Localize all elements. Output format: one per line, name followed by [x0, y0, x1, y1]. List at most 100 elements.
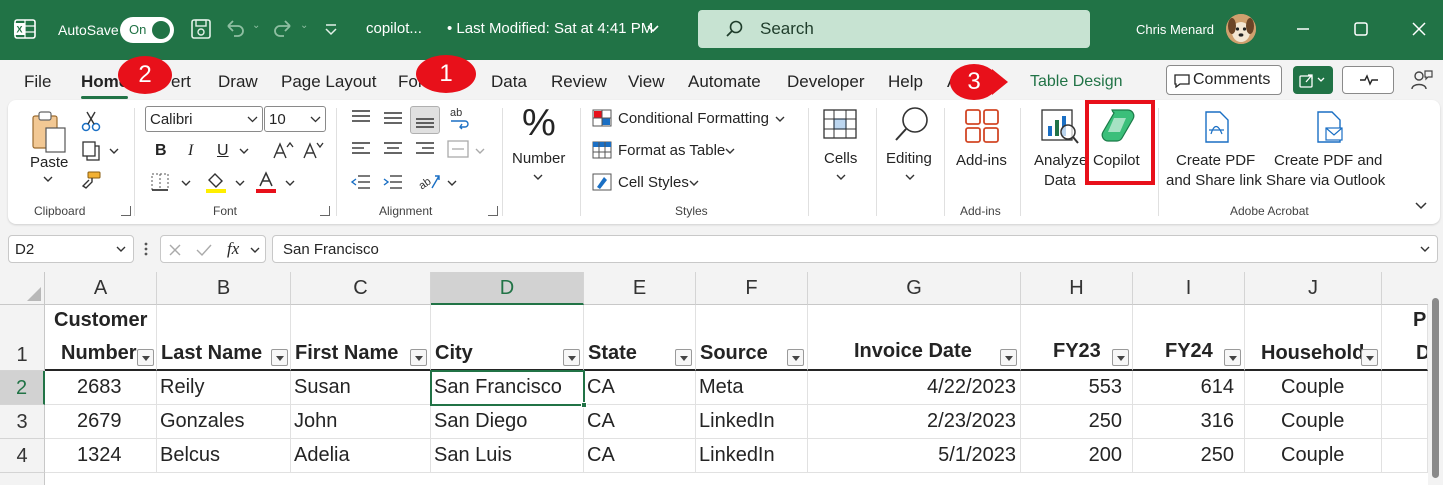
table-cell[interactable]: 250	[1133, 439, 1245, 473]
table-header-cell[interactable]: Source	[696, 305, 808, 371]
decrease-font-icon[interactable]	[302, 140, 324, 160]
align-bottom-button[interactable]	[410, 106, 440, 134]
create-pdf-link-icon[interactable]	[1200, 110, 1234, 144]
column-header-i[interactable]: I	[1133, 272, 1245, 305]
redo-icon[interactable]	[270, 16, 296, 42]
number-button-label[interactable]: Number	[512, 150, 565, 167]
fill-handle[interactable]	[581, 402, 587, 408]
orientation-chevron-icon[interactable]	[446, 178, 458, 188]
table-cell[interactable]: 2679	[45, 405, 157, 439]
align-middle-icon[interactable]	[382, 108, 404, 126]
cell-styles-chevron-icon[interactable]	[688, 178, 700, 188]
save-icon[interactable]	[188, 16, 214, 42]
filter-dropdown-icon[interactable]	[1224, 349, 1241, 366]
table-cell[interactable]: Susan	[291, 371, 431, 405]
font-color-chevron-icon[interactable]	[284, 178, 296, 188]
align-left-icon[interactable]	[350, 140, 372, 158]
table-cell[interactable]: CA	[584, 439, 696, 473]
paste-chevron-icon[interactable]	[42, 174, 54, 184]
catch-up-button[interactable]	[1342, 66, 1394, 94]
create-pdf-outlook-line1[interactable]: Create PDF and	[1274, 152, 1382, 169]
close-icon[interactable]	[1404, 14, 1434, 44]
column-header-e[interactable]: E	[584, 272, 696, 305]
table-cell[interactable]	[1382, 439, 1428, 473]
customize-toolbar-icon[interactable]	[318, 16, 344, 42]
copy-chevron-icon[interactable]	[108, 146, 120, 156]
cells-button-label[interactable]: Cells	[824, 150, 857, 167]
cut-icon[interactable]	[80, 110, 102, 132]
tab-developer[interactable]: Developer	[787, 72, 865, 92]
cells-chevron-icon[interactable]	[835, 172, 847, 182]
name-box[interactable]: D2	[8, 235, 134, 263]
paste-label[interactable]: Paste	[30, 154, 68, 171]
vertical-scrollbar[interactable]	[1428, 290, 1443, 485]
copy-icon[interactable]	[80, 140, 102, 162]
editing-search-icon[interactable]	[892, 104, 932, 144]
conditional-formatting-button[interactable]: Conditional Formatting	[618, 110, 769, 127]
clipboard-launcher-icon[interactable]	[121, 206, 131, 216]
fill-color-icon[interactable]	[204, 170, 228, 194]
tab-insert[interactable]: ert	[171, 72, 191, 92]
font-color-icon[interactable]	[254, 170, 278, 194]
font-family-select[interactable]: Calibri	[145, 106, 263, 132]
table-cell[interactable]: San Luis	[431, 439, 584, 473]
underline-chevron-icon[interactable]	[238, 146, 250, 156]
conditional-formatting-icon[interactable]	[592, 109, 612, 127]
table-cell[interactable]: Couple	[1245, 439, 1382, 473]
function-chevron-icon[interactable]	[249, 245, 261, 255]
decrease-indent-icon[interactable]	[350, 172, 372, 192]
table-cell[interactable]: Belcus	[157, 439, 291, 473]
table-cell[interactable]: Adelia	[291, 439, 431, 473]
tab-page-layout[interactable]: Page Layout	[281, 72, 376, 92]
increase-indent-icon[interactable]	[382, 172, 404, 192]
filter-dropdown-icon[interactable]	[563, 349, 580, 366]
table-cell[interactable]: 200	[1021, 439, 1133, 473]
table-cell[interactable]: LinkedIn	[696, 405, 808, 439]
filter-dropdown-icon[interactable]	[410, 349, 427, 366]
cell-styles-icon[interactable]	[592, 173, 612, 191]
column-header-g[interactable]: G	[808, 272, 1021, 305]
table-cell[interactable]	[1382, 405, 1428, 439]
format-as-table-icon[interactable]	[592, 141, 612, 159]
undo-icon[interactable]	[222, 16, 248, 42]
table-header-cell[interactable]: Invoice Date	[808, 305, 1021, 371]
filter-dropdown-icon[interactable]	[675, 349, 692, 366]
analyze-label-line2[interactable]: Data	[1044, 172, 1076, 189]
filter-dropdown-icon[interactable]	[271, 349, 288, 366]
table-cell[interactable]: 553	[1021, 371, 1133, 405]
table-header-cell[interactable]: State	[584, 305, 696, 371]
table-header-cell[interactable]: FY24	[1133, 305, 1245, 371]
table-header-cell[interactable]: P D	[1382, 305, 1428, 371]
last-modified[interactable]: • Last Modified: Sat at 4:41 PM	[447, 20, 653, 37]
row-header-3[interactable]: 3	[0, 405, 45, 439]
table-cell[interactable]: 614	[1133, 371, 1245, 405]
select-all-corner[interactable]	[0, 272, 45, 305]
table-cell[interactable]: Gonzales	[157, 405, 291, 439]
column-header-f[interactable]: F	[696, 272, 808, 305]
merge-chevron-icon[interactable]	[474, 146, 486, 156]
borders-icon[interactable]	[150, 172, 172, 192]
document-title[interactable]: copilot...	[366, 20, 422, 37]
wrap-text-icon[interactable]: ab	[448, 106, 472, 130]
table-cell[interactable]: John	[291, 405, 431, 439]
column-header-d[interactable]: D	[431, 272, 584, 305]
table-cell[interactable]: 2/23/2023	[808, 405, 1021, 439]
table-cell[interactable]: LinkedIn	[696, 439, 808, 473]
analyze-label-line1[interactable]: Analyze	[1034, 152, 1087, 169]
format-painter-icon[interactable]	[80, 170, 102, 192]
column-header-a[interactable]: A	[45, 272, 157, 305]
align-center-icon[interactable]	[382, 140, 404, 158]
table-cell[interactable]: Couple	[1245, 405, 1382, 439]
table-header-cell[interactable]: FY23	[1021, 305, 1133, 371]
cell-styles-button[interactable]: Cell Styles	[618, 174, 689, 191]
table-header-cell[interactable]: First Name	[291, 305, 431, 371]
create-pdf-link-line2[interactable]: and Share link	[1166, 172, 1262, 189]
align-top-icon[interactable]	[350, 108, 372, 126]
table-header-cell[interactable]: Last Name	[157, 305, 291, 371]
table-header-cell[interactable]: Customer Number	[45, 305, 157, 371]
font-launcher-icon[interactable]	[320, 206, 330, 216]
row-header-5[interactable]	[0, 473, 45, 485]
table-cell[interactable]: Couple	[1245, 371, 1382, 405]
scrollbar-thumb[interactable]	[1432, 298, 1439, 478]
tab-automate[interactable]: Automate	[688, 72, 761, 92]
